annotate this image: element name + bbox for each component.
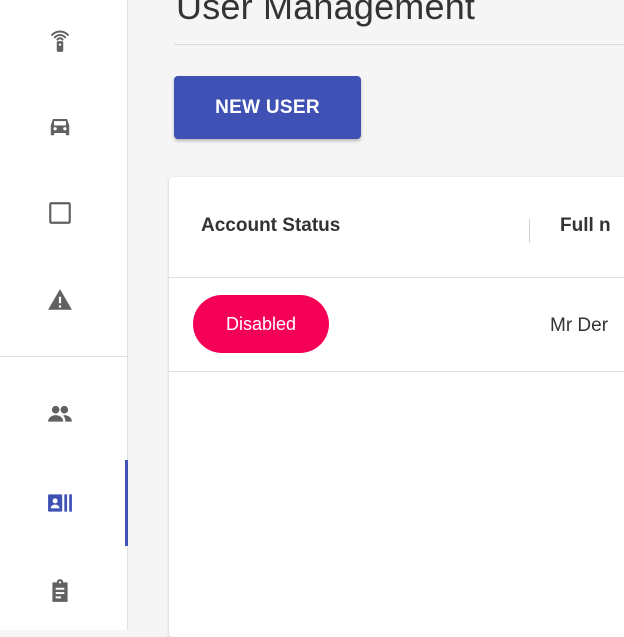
- header-divider: [169, 277, 624, 278]
- sidebar-item-zones[interactable]: [0, 185, 120, 241]
- wifi-tower-icon: [51, 30, 69, 52]
- column-header-full-name[interactable]: Full n: [560, 215, 611, 237]
- active-nav-indicator: [125, 460, 128, 546]
- column-header-account-status[interactable]: Account Status: [201, 215, 340, 237]
- sidebar-item-reports[interactable]: [0, 563, 120, 619]
- sidebar-item-devices[interactable]: [0, 12, 120, 68]
- sidebar-nav: [0, 0, 128, 630]
- clipboard-icon: [52, 579, 68, 602]
- sidebar-item-users[interactable]: [0, 475, 120, 531]
- sidebar-item-groups[interactable]: [0, 386, 120, 442]
- new-user-button[interactable]: NEW USER: [174, 76, 361, 139]
- main-content: User Management NEW USER Account Status …: [129, 0, 624, 637]
- page-title: User Management: [176, 0, 476, 27]
- sidebar-item-vehicles[interactable]: [0, 98, 120, 154]
- users-table: Account Status Full n Disabled Mr Der: [169, 177, 624, 637]
- car-icon: [50, 118, 70, 136]
- warning-icon: [48, 289, 72, 310]
- sidebar-item-alerts[interactable]: [0, 272, 120, 328]
- people-icon: [48, 405, 72, 422]
- id-card-icon: [48, 494, 72, 512]
- title-divider: [174, 44, 624, 45]
- sidebar-divider: [0, 356, 128, 357]
- row-divider: [169, 371, 624, 372]
- full-name-cell: Mr Der: [550, 315, 609, 336]
- square-icon: [49, 202, 71, 224]
- column-separator[interactable]: [529, 219, 530, 243]
- status-badge: Disabled: [193, 295, 329, 353]
